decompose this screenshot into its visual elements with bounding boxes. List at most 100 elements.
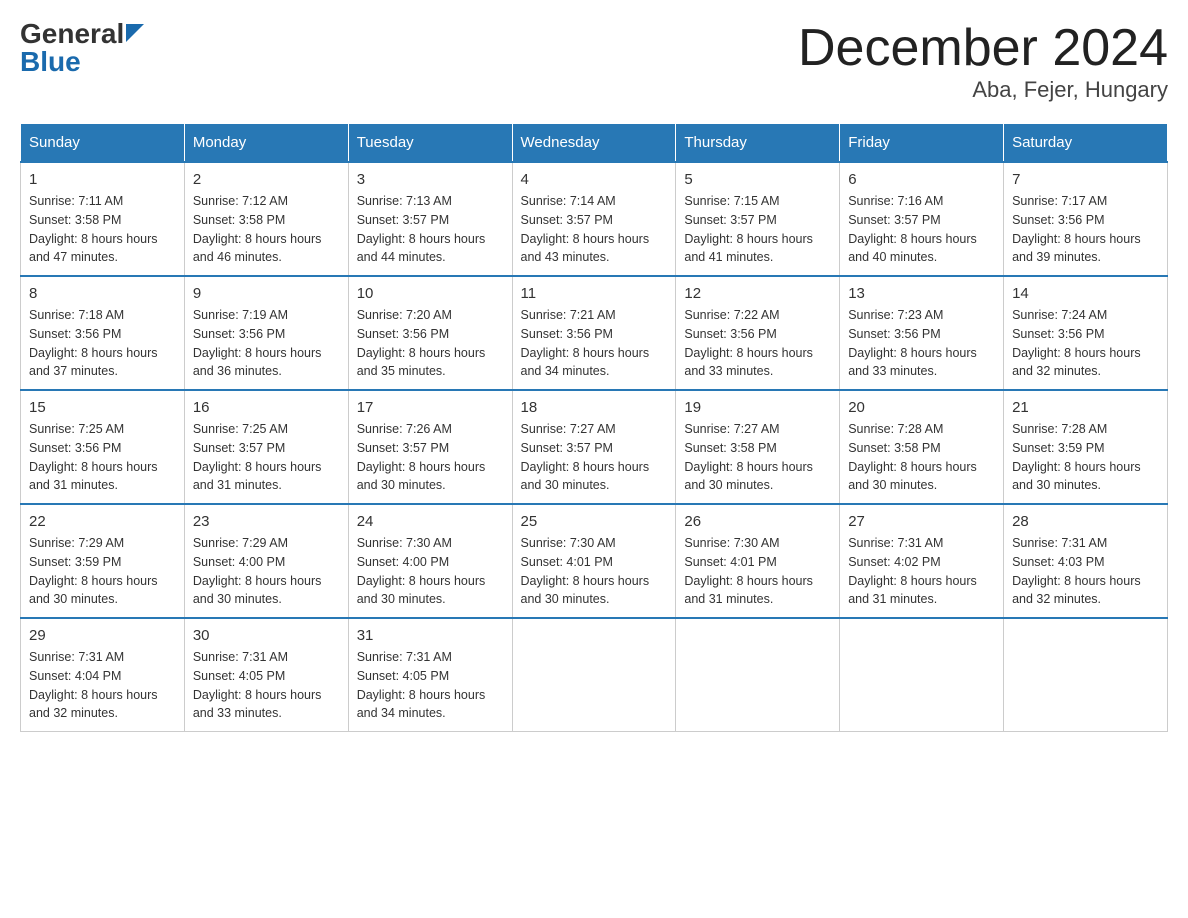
page-header: General Blue December 2024 Aba, Fejer, H… xyxy=(20,20,1168,103)
table-row: 4 Sunrise: 7:14 AMSunset: 3:57 PMDayligh… xyxy=(512,162,676,276)
day-number: 18 xyxy=(521,399,668,416)
day-number: 14 xyxy=(1012,285,1159,302)
day-info: Sunrise: 7:29 AMSunset: 3:59 PMDaylight:… xyxy=(29,534,176,609)
day-number: 24 xyxy=(357,513,504,530)
table-row: 12 Sunrise: 7:22 AMSunset: 3:56 PMDaylig… xyxy=(676,276,840,390)
day-number: 26 xyxy=(684,513,831,530)
day-number: 19 xyxy=(684,399,831,416)
table-row: 1 Sunrise: 7:11 AMSunset: 3:58 PMDayligh… xyxy=(21,162,185,276)
day-info: Sunrise: 7:25 AMSunset: 3:56 PMDaylight:… xyxy=(29,420,176,495)
day-info: Sunrise: 7:24 AMSunset: 3:56 PMDaylight:… xyxy=(1012,306,1159,381)
day-info: Sunrise: 7:17 AMSunset: 3:56 PMDaylight:… xyxy=(1012,192,1159,267)
table-row: 16 Sunrise: 7:25 AMSunset: 3:57 PMDaylig… xyxy=(184,390,348,504)
day-number: 20 xyxy=(848,399,995,416)
day-number: 13 xyxy=(848,285,995,302)
col-sunday: Sunday xyxy=(21,124,185,163)
day-number: 17 xyxy=(357,399,504,416)
day-number: 25 xyxy=(521,513,668,530)
day-info: Sunrise: 7:28 AMSunset: 3:58 PMDaylight:… xyxy=(848,420,995,495)
table-row: 9 Sunrise: 7:19 AMSunset: 3:56 PMDayligh… xyxy=(184,276,348,390)
day-info: Sunrise: 7:26 AMSunset: 3:57 PMDaylight:… xyxy=(357,420,504,495)
table-row: 24 Sunrise: 7:30 AMSunset: 4:00 PMDaylig… xyxy=(348,504,512,618)
day-number: 6 xyxy=(848,171,995,188)
day-info: Sunrise: 7:30 AMSunset: 4:01 PMDaylight:… xyxy=(521,534,668,609)
day-number: 10 xyxy=(357,285,504,302)
day-info: Sunrise: 7:20 AMSunset: 3:56 PMDaylight:… xyxy=(357,306,504,381)
calendar-week-5: 29 Sunrise: 7:31 AMSunset: 4:04 PMDaylig… xyxy=(21,618,1168,732)
day-info: Sunrise: 7:28 AMSunset: 3:59 PMDaylight:… xyxy=(1012,420,1159,495)
day-info: Sunrise: 7:25 AMSunset: 3:57 PMDaylight:… xyxy=(193,420,340,495)
table-row: 13 Sunrise: 7:23 AMSunset: 3:56 PMDaylig… xyxy=(840,276,1004,390)
day-info: Sunrise: 7:29 AMSunset: 4:00 PMDaylight:… xyxy=(193,534,340,609)
title-area: December 2024 Aba, Fejer, Hungary xyxy=(798,20,1168,103)
table-row: 21 Sunrise: 7:28 AMSunset: 3:59 PMDaylig… xyxy=(1004,390,1168,504)
day-number: 30 xyxy=(193,627,340,644)
table-row xyxy=(676,618,840,732)
day-number: 27 xyxy=(848,513,995,530)
logo: General Blue xyxy=(20,20,144,76)
day-number: 12 xyxy=(684,285,831,302)
logo-general-text: General xyxy=(20,20,124,48)
day-info: Sunrise: 7:27 AMSunset: 3:58 PMDaylight:… xyxy=(684,420,831,495)
table-row: 23 Sunrise: 7:29 AMSunset: 4:00 PMDaylig… xyxy=(184,504,348,618)
table-row: 28 Sunrise: 7:31 AMSunset: 4:03 PMDaylig… xyxy=(1004,504,1168,618)
day-number: 5 xyxy=(684,171,831,188)
day-number: 2 xyxy=(193,171,340,188)
day-info: Sunrise: 7:15 AMSunset: 3:57 PMDaylight:… xyxy=(684,192,831,267)
logo-blue-text: Blue xyxy=(20,48,81,76)
day-info: Sunrise: 7:31 AMSunset: 4:05 PMDaylight:… xyxy=(357,648,504,723)
day-info: Sunrise: 7:11 AMSunset: 3:58 PMDaylight:… xyxy=(29,192,176,267)
day-number: 8 xyxy=(29,285,176,302)
day-info: Sunrise: 7:13 AMSunset: 3:57 PMDaylight:… xyxy=(357,192,504,267)
table-row: 26 Sunrise: 7:30 AMSunset: 4:01 PMDaylig… xyxy=(676,504,840,618)
day-number: 22 xyxy=(29,513,176,530)
day-info: Sunrise: 7:31 AMSunset: 4:02 PMDaylight:… xyxy=(848,534,995,609)
day-number: 21 xyxy=(1012,399,1159,416)
day-number: 11 xyxy=(521,285,668,302)
month-title: December 2024 xyxy=(798,20,1168,77)
table-row: 15 Sunrise: 7:25 AMSunset: 3:56 PMDaylig… xyxy=(21,390,185,504)
day-info: Sunrise: 7:30 AMSunset: 4:01 PMDaylight:… xyxy=(684,534,831,609)
col-monday: Monday xyxy=(184,124,348,163)
table-row xyxy=(1004,618,1168,732)
table-row: 7 Sunrise: 7:17 AMSunset: 3:56 PMDayligh… xyxy=(1004,162,1168,276)
day-info: Sunrise: 7:21 AMSunset: 3:56 PMDaylight:… xyxy=(521,306,668,381)
day-info: Sunrise: 7:19 AMSunset: 3:56 PMDaylight:… xyxy=(193,306,340,381)
table-row: 27 Sunrise: 7:31 AMSunset: 4:02 PMDaylig… xyxy=(840,504,1004,618)
day-info: Sunrise: 7:23 AMSunset: 3:56 PMDaylight:… xyxy=(848,306,995,381)
table-row: 3 Sunrise: 7:13 AMSunset: 3:57 PMDayligh… xyxy=(348,162,512,276)
day-number: 9 xyxy=(193,285,340,302)
table-row: 22 Sunrise: 7:29 AMSunset: 3:59 PMDaylig… xyxy=(21,504,185,618)
day-info: Sunrise: 7:12 AMSunset: 3:58 PMDaylight:… xyxy=(193,192,340,267)
day-info: Sunrise: 7:22 AMSunset: 3:56 PMDaylight:… xyxy=(684,306,831,381)
day-number: 15 xyxy=(29,399,176,416)
day-number: 28 xyxy=(1012,513,1159,530)
table-row: 30 Sunrise: 7:31 AMSunset: 4:05 PMDaylig… xyxy=(184,618,348,732)
day-number: 29 xyxy=(29,627,176,644)
table-row: 11 Sunrise: 7:21 AMSunset: 3:56 PMDaylig… xyxy=(512,276,676,390)
table-row: 18 Sunrise: 7:27 AMSunset: 3:57 PMDaylig… xyxy=(512,390,676,504)
day-number: 7 xyxy=(1012,171,1159,188)
day-number: 3 xyxy=(357,171,504,188)
day-number: 31 xyxy=(357,627,504,644)
day-info: Sunrise: 7:31 AMSunset: 4:03 PMDaylight:… xyxy=(1012,534,1159,609)
table-row xyxy=(512,618,676,732)
table-row: 5 Sunrise: 7:15 AMSunset: 3:57 PMDayligh… xyxy=(676,162,840,276)
day-info: Sunrise: 7:14 AMSunset: 3:57 PMDaylight:… xyxy=(521,192,668,267)
calendar-header-row: Sunday Monday Tuesday Wednesday Thursday… xyxy=(21,124,1168,163)
table-row xyxy=(840,618,1004,732)
calendar-table: Sunday Monday Tuesday Wednesday Thursday… xyxy=(20,123,1168,732)
table-row: 8 Sunrise: 7:18 AMSunset: 3:56 PMDayligh… xyxy=(21,276,185,390)
table-row: 10 Sunrise: 7:20 AMSunset: 3:56 PMDaylig… xyxy=(348,276,512,390)
day-info: Sunrise: 7:18 AMSunset: 3:56 PMDaylight:… xyxy=(29,306,176,381)
col-wednesday: Wednesday xyxy=(512,124,676,163)
table-row: 19 Sunrise: 7:27 AMSunset: 3:58 PMDaylig… xyxy=(676,390,840,504)
col-friday: Friday xyxy=(840,124,1004,163)
table-row: 29 Sunrise: 7:31 AMSunset: 4:04 PMDaylig… xyxy=(21,618,185,732)
day-info: Sunrise: 7:31 AMSunset: 4:05 PMDaylight:… xyxy=(193,648,340,723)
day-info: Sunrise: 7:27 AMSunset: 3:57 PMDaylight:… xyxy=(521,420,668,495)
col-tuesday: Tuesday xyxy=(348,124,512,163)
table-row: 25 Sunrise: 7:30 AMSunset: 4:01 PMDaylig… xyxy=(512,504,676,618)
table-row: 2 Sunrise: 7:12 AMSunset: 3:58 PMDayligh… xyxy=(184,162,348,276)
col-thursday: Thursday xyxy=(676,124,840,163)
